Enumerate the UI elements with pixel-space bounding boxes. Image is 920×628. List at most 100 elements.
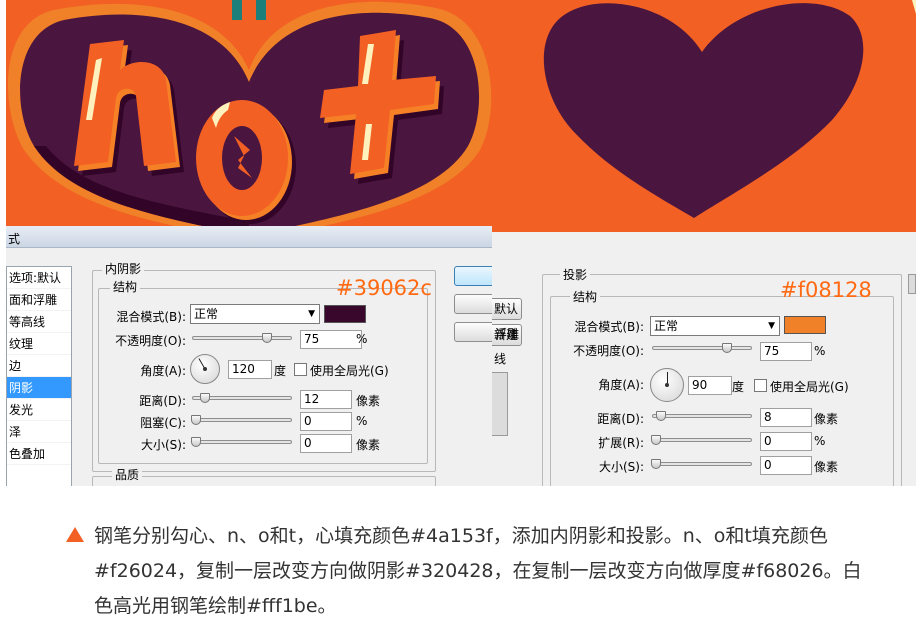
ds-size-label: 大小(S): xyxy=(598,460,644,474)
ds-spread-slider-handle[interactable] xyxy=(650,435,661,445)
ds-structure-title: 结构 xyxy=(570,290,601,304)
ds-angle-label: 角度(A): xyxy=(598,378,644,392)
ds-spread-slider[interactable] xyxy=(650,435,752,445)
ds-opacity-slider[interactable] xyxy=(652,343,752,353)
triangle-marker-icon xyxy=(66,527,84,542)
decor-teal-1 xyxy=(232,0,242,20)
ds-distance-unit: 像素 xyxy=(814,412,839,426)
screenshot-root: { "inner_shadow_panel": { "window_title_… xyxy=(0,0,920,628)
ds-spread-label: 扩展(R): xyxy=(598,436,644,450)
opacity-label: 不透明度(O): xyxy=(115,334,186,348)
choke-slider-handle[interactable] xyxy=(190,415,201,425)
blend-mode-value: 正常 xyxy=(194,307,219,321)
ds-opacity-unit: % xyxy=(814,344,826,358)
quality-group xyxy=(92,476,436,486)
ds-blend-mode-value: 正常 xyxy=(654,319,679,333)
size-input[interactable]: 0 xyxy=(300,434,352,453)
opacity-slider-handle[interactable] xyxy=(261,333,272,343)
ds-distance-slider[interactable] xyxy=(652,411,752,421)
ds-size-slider-handle[interactable] xyxy=(650,459,661,469)
chevron-down-icon: ▼ xyxy=(308,309,315,319)
default-button-label: 默认 xyxy=(493,302,518,316)
ds-shadow-color-swatch[interactable] xyxy=(784,316,826,334)
choke-label: 阻塞(C): xyxy=(140,416,186,430)
style-item-inner-shadow[interactable]: 阴影 xyxy=(7,377,71,399)
shadow-color-swatch[interactable] xyxy=(324,305,366,323)
inner-shadow-color-annotation: #39062c xyxy=(336,276,432,300)
middle-strip: 默认 新建 浮雕 线 xyxy=(492,232,524,486)
drop-shadow-color-annotation: #f08128 xyxy=(780,278,872,302)
choke-unit: % xyxy=(356,414,368,428)
style-item-options[interactable]: 选项:默认 xyxy=(7,267,71,289)
distance-slider[interactable] xyxy=(192,393,292,403)
preview-fragment: 线 xyxy=(494,352,507,366)
inner-shadow-dialog: 式 选项:默认 面和浮雕 等高线 纹理 边 阴影 发光 泽 色叠加 内阴影 结构… xyxy=(6,226,492,486)
style-item-color-overlay[interactable]: 色叠加 xyxy=(7,443,71,465)
angle-dial[interactable] xyxy=(190,354,220,384)
inner-shadow-title: 内阴影 xyxy=(102,262,145,276)
hot-heart-artwork xyxy=(6,0,492,232)
global-light-checkbox[interactable] xyxy=(294,363,307,376)
drop-shadow-dialog: 投影 结构 #f08128 混合模式(B): 正常 ▼ 不透明度(O): 75 %… xyxy=(524,232,916,486)
distance-unit: 像素 xyxy=(356,394,381,408)
preview-thumbnail xyxy=(492,372,508,436)
ds-spread-input[interactable]: 0 xyxy=(760,432,812,451)
style-item-inner-glow[interactable]: 发光 xyxy=(7,399,71,421)
style-item-satin[interactable]: 泽 xyxy=(7,421,71,443)
ds-size-unit: 像素 xyxy=(814,460,839,474)
ds-blend-mode-label: 混合模式(B): xyxy=(574,320,644,334)
opacity-input[interactable]: 75 xyxy=(300,330,362,349)
heart-artwork xyxy=(492,0,916,232)
drop-shadow-title: 投影 xyxy=(560,268,591,282)
ds-opacity-slider-handle[interactable] xyxy=(721,343,732,353)
distance-input[interactable]: 12 xyxy=(300,390,352,409)
new-style-button[interactable] xyxy=(454,322,492,342)
ds-size-slider[interactable] xyxy=(650,459,752,469)
style-item-contour[interactable]: 等高线 xyxy=(7,311,71,333)
ds-global-light-checkbox[interactable] xyxy=(754,379,767,392)
ds-distance-slider-handle[interactable] xyxy=(655,411,666,421)
ds-distance-label: 距离(D): xyxy=(597,412,644,426)
caption-text: 钢笔分别勾心、n、o和t，心填充颜色#4a153f，添加内阴影和投影。n、o和t… xyxy=(94,525,862,617)
blend-mode-select[interactable]: 正常 ▼ xyxy=(190,304,320,324)
ds-angle-dial-center xyxy=(665,383,669,387)
ds-angle-dial[interactable] xyxy=(650,368,684,402)
angle-label: 角度(A): xyxy=(140,364,186,378)
bevel-fragment: 浮雕 xyxy=(494,327,519,341)
size-slider[interactable] xyxy=(190,437,292,447)
style-item-bevel[interactable]: 面和浮雕 xyxy=(7,289,71,311)
style-item-stroke[interactable]: 边 xyxy=(7,355,71,377)
structure-title: 结构 xyxy=(110,280,141,294)
style-item-texture[interactable]: 纹理 xyxy=(7,333,71,355)
ok-button[interactable] xyxy=(454,266,492,286)
ds-angle-input[interactable]: 90 xyxy=(688,376,732,395)
angle-unit: 度 xyxy=(274,364,287,378)
chevron-down-icon: ▼ xyxy=(768,321,775,331)
angle-input[interactable]: 120 xyxy=(228,360,272,379)
ds-opacity-label: 不透明度(O): xyxy=(573,344,644,358)
dialog-titlebar: 式 xyxy=(6,226,492,248)
ds-ok-button-edge[interactable] xyxy=(908,274,916,294)
decor-teal-2 xyxy=(256,0,266,20)
choke-slider[interactable] xyxy=(190,415,292,425)
size-slider-handle[interactable] xyxy=(190,437,201,447)
ds-distance-input[interactable]: 8 xyxy=(760,408,812,427)
ds-global-light-label: 使用全局光(G) xyxy=(770,380,849,394)
ds-blend-mode-select[interactable]: 正常 ▼ xyxy=(650,316,780,336)
reset-button[interactable] xyxy=(454,294,492,314)
window-title: 式 xyxy=(8,232,21,246)
opacity-slider[interactable] xyxy=(192,333,292,343)
size-label: 大小(S): xyxy=(140,438,186,452)
default-button[interactable]: 默认 xyxy=(492,298,522,320)
opacity-unit: % xyxy=(356,332,368,346)
quality-title: 品质 xyxy=(112,468,143,482)
hot-heart-illustration xyxy=(6,0,492,232)
ds-opacity-input[interactable]: 75 xyxy=(760,342,812,361)
size-unit: 像素 xyxy=(356,438,381,452)
ds-spread-unit: % xyxy=(814,434,826,448)
blend-mode-label: 混合模式(B): xyxy=(116,310,186,324)
distance-slider-handle[interactable] xyxy=(199,393,210,403)
styles-list: 选项:默认 面和浮雕 等高线 纹理 边 阴影 发光 泽 色叠加 xyxy=(6,266,72,486)
choke-input[interactable]: 0 xyxy=(300,412,352,431)
ds-size-input[interactable]: 0 xyxy=(760,456,812,475)
